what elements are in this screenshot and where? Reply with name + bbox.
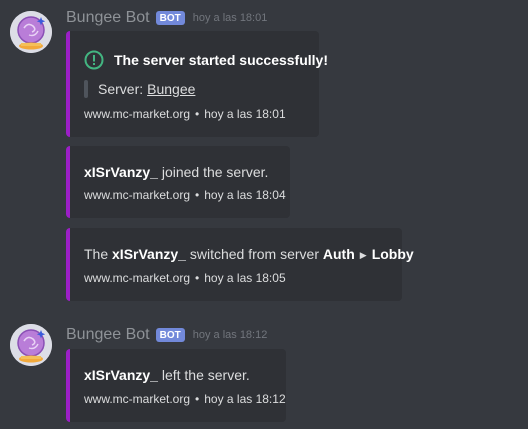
embed-server-started: The server started successfully! Server:… [66,31,328,137]
footer-time: hoy a las 18:12 [204,392,286,406]
bot-tag: BOT [155,328,185,342]
embed-footer: www.mc-market.org • hoy a las 18:05 [84,271,286,285]
bot-avatar[interactable] [10,11,52,53]
server-link[interactable]: Bungee [147,81,195,97]
player-name: xISrVanzy_ [84,164,158,180]
event-prefix: The [84,246,109,262]
player-name: xISrVanzy_ [112,246,186,262]
footer-site: www.mc-market.org [84,271,191,285]
field-label: Server: [98,81,144,97]
message-timestamp: hoy a las 18:12 [192,329,268,341]
footer-site: www.mc-market.org [84,188,191,202]
username[interactable]: Bungee Bot [66,326,150,344]
arrow-right-icon: ▶ [359,250,367,260]
embed-footer: www.mc-market.org • hoy a las 18:12 [84,392,286,406]
message-timestamp: hoy a las 18:01 [192,12,268,24]
event-text: left the server. [161,367,250,383]
bot-avatar[interactable] [10,324,52,366]
embed-description: xISrVanzy_ left the server. [84,367,250,383]
from-server: Auth [322,246,355,262]
bot-tag: BOT [155,11,185,25]
embed-footer: www.mc-market.org • hoy a las 18:04 [84,188,286,202]
quote-bar [84,80,88,98]
footer-separator: • [195,271,200,285]
event-text: switched from server [189,246,319,262]
embed-description: The xISrVanzy_ switched from server Auth… [84,246,414,262]
event-text: joined the server. [161,164,269,180]
embed-joined: xISrVanzy_ joined the server. www.mc-mar… [66,146,290,218]
footer-time: hoy a las 18:05 [204,271,286,285]
player-name: xISrVanzy_ [84,367,158,383]
footer-time: hoy a las 18:04 [204,188,286,202]
footer-separator: • [195,107,200,121]
crystal-ball-avatar-icon [10,324,52,366]
crystal-ball-avatar-icon [10,11,52,53]
footer-site: www.mc-market.org [84,392,191,406]
embed-description: xISrVanzy_ joined the server. [84,164,268,180]
footer-separator: • [195,392,200,406]
embed-title: The server started successfully! [114,52,328,68]
embed-footer: www.mc-market.org • hoy a las 18:01 [84,107,286,121]
footer-site: www.mc-market.org [84,107,191,121]
check-circle-icon [84,50,104,70]
embed-switched: The xISrVanzy_ switched from server Auth… [66,228,414,301]
footer-time: hoy a las 18:01 [204,107,286,121]
footer-separator: • [195,188,200,202]
to-server: Lobby [371,246,414,262]
embed-left: xISrVanzy_ left the server. www.mc-marke… [66,349,286,422]
username[interactable]: Bungee Bot [66,9,150,27]
